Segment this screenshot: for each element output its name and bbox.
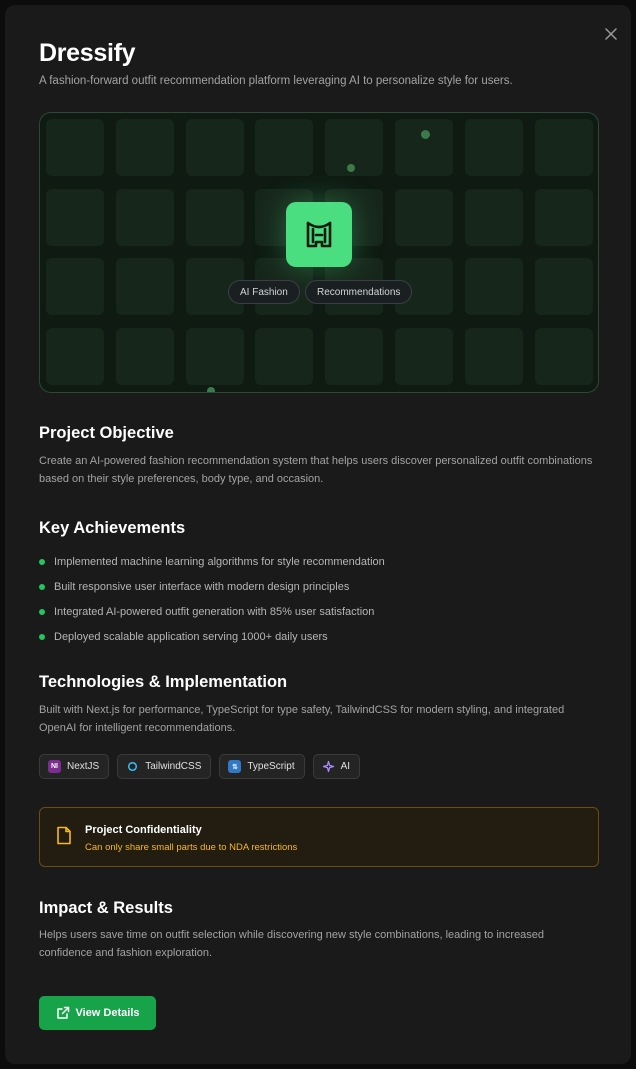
list-item: Integrated AI-powered outfit generation … <box>39 599 385 624</box>
list-item: Built responsive user interface with mod… <box>39 574 385 599</box>
hanger-outfit-icon <box>306 221 332 247</box>
hero-grid-tile <box>46 188 104 246</box>
objective-text: Create an AI-powered fashion recommendat… <box>39 455 593 485</box>
hero-grid-tile <box>46 258 104 315</box>
hero-grid-tile <box>395 188 453 246</box>
hero-grid-tile <box>325 327 384 385</box>
hero-grid-tile <box>255 119 314 176</box>
notice-text: Can only share small parts due to NDA re… <box>85 842 298 853</box>
project-title: Dressify <box>39 39 136 67</box>
hero-grid-tile <box>185 327 244 385</box>
close-icon <box>605 28 617 40</box>
hero-grid-tile <box>115 327 174 385</box>
hero-grid-tile <box>395 119 453 176</box>
achievements-heading: Key Achievements <box>39 519 186 537</box>
project-modal: Dressify A fashion-forward outfit recomm… <box>5 5 631 1064</box>
tag-recommendations: Recommendations <box>305 280 413 304</box>
bullet-dot <box>39 583 45 590</box>
hero-grid-tile <box>115 119 174 176</box>
hero-grid-tile <box>464 119 523 176</box>
hero-glow-dot <box>421 130 430 139</box>
hero-grid-tile <box>534 188 593 246</box>
hero-glow-dot <box>347 164 355 172</box>
hero-grid-tile <box>115 188 174 246</box>
technology-badges: NI NextJS TailwindCSS ⇅ TypeScript AI <box>39 754 361 779</box>
hero-grid-tile <box>395 327 453 385</box>
hero-grid-tile <box>534 119 593 176</box>
bullet-dot <box>39 558 45 565</box>
view-details-button[interactable]: View Details <box>39 996 156 1030</box>
hero-grid-tile <box>255 327 314 385</box>
bullet-dot <box>39 608 45 615</box>
hero-grid-tile <box>464 188 523 246</box>
typescript-icon: ⇅ <box>228 760 242 773</box>
hero-grid-tile <box>534 327 593 385</box>
close-button[interactable] <box>599 22 623 46</box>
hero-grid-tile <box>185 119 244 176</box>
hero-grid-tile <box>534 258 593 315</box>
nextjs-icon: NI <box>48 760 61 773</box>
list-item: Implemented machine learning algorithms … <box>39 549 385 574</box>
technologies-heading: Technologies & Implementation <box>39 673 288 691</box>
tech-badge-ai: AI <box>312 754 361 779</box>
project-logo <box>286 202 352 267</box>
ai-sparkle-icon <box>322 760 335 773</box>
notice-title: Project Confidentiality <box>85 824 202 836</box>
impact-text: Helps users save time on outfit selectio… <box>39 929 545 959</box>
document-icon <box>57 826 71 845</box>
list-item: Deployed scalable application serving 10… <box>39 624 385 649</box>
impact-heading: Impact & Results <box>39 899 173 917</box>
project-hero-image: AI Fashion Recommendations <box>39 112 599 393</box>
bullet-dot <box>39 633 45 640</box>
external-link-icon <box>56 1006 69 1019</box>
technologies-text: Built with Next.js for performance, Type… <box>39 704 565 734</box>
tailwind-icon <box>126 760 139 773</box>
confidentiality-notice: Project Confidentiality Can only share s… <box>39 807 599 867</box>
hero-grid-tile <box>185 188 244 246</box>
tech-badge-tailwindcss: TailwindCSS <box>117 754 212 779</box>
hero-grid-tile <box>46 119 104 176</box>
tech-badge-typescript: ⇅ TypeScript <box>219 754 305 779</box>
tech-badge-nextjs: NI NextJS <box>39 754 110 779</box>
hero-grid-tile <box>115 258 174 315</box>
tag-ai-fashion: AI Fashion <box>228 280 300 304</box>
hero-grid-tile <box>464 327 523 385</box>
hero-glow-dot <box>207 387 215 392</box>
objective-heading: Project Objective <box>39 424 174 442</box>
hero-grid-tile <box>464 258 523 315</box>
achievements-list: Implemented machine learning algorithms … <box>39 549 385 649</box>
hero-grid-tile <box>46 327 104 385</box>
project-subtitle: A fashion-forward outfit recommendation … <box>39 75 513 87</box>
